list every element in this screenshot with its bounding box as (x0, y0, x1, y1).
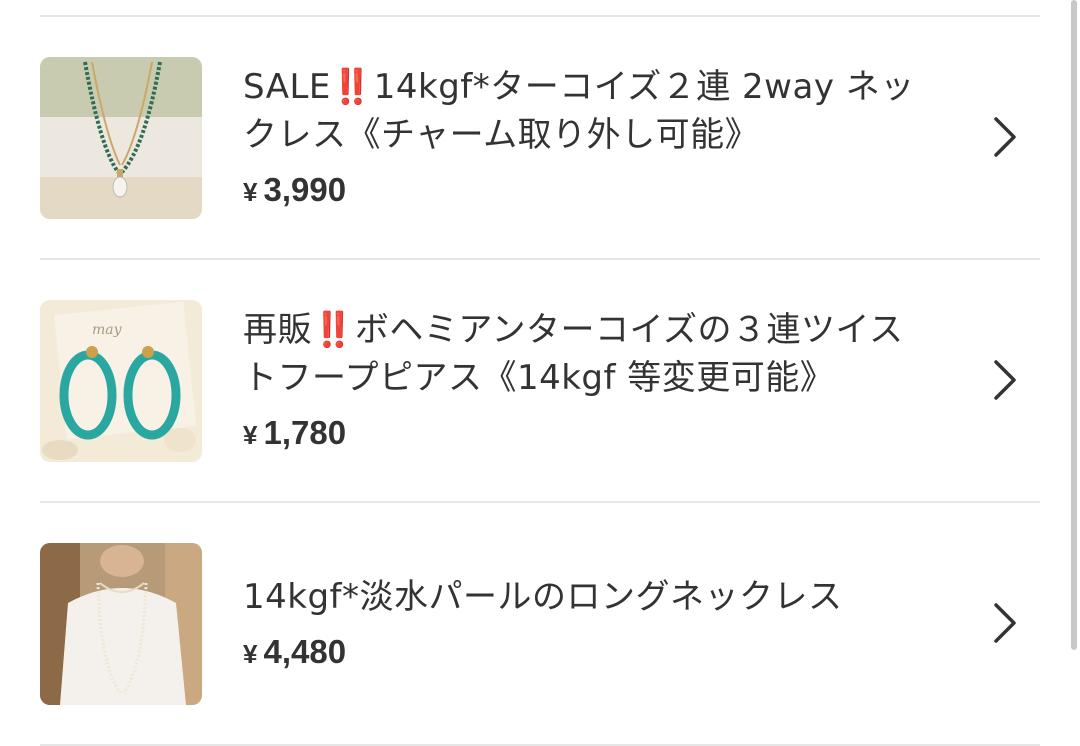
title-text: 14kgf*ターコイズ２連 2way ネッ (373, 67, 915, 107)
list-item[interactable]: 14kgf*淡水パールのロングネックレス ¥4,480 (0, 503, 1060, 745)
price-value: 1,780 (263, 414, 347, 451)
chevron-right-icon[interactable] (990, 358, 1020, 402)
chevron-right-icon[interactable] (990, 601, 1020, 645)
product-title: 再販‼️ボヘミアンターコイズの３連ツイス トフープピアス《14kgf 等変更可能… (243, 306, 943, 402)
yen-symbol: ¥ (243, 420, 258, 450)
title-text-line2: トフープピアス《14kgf 等変更可能》 (243, 358, 835, 398)
product-list: SALE‼️14kgf*ターコイズ２連 2way ネッ クレス《チャーム取り外し… (0, 0, 1080, 746)
turquoise-necklace-photo-icon (40, 57, 202, 219)
product-title: 14kgf*淡水パールのロングネックレス (243, 573, 943, 621)
title-text-line2: クレス《チャーム取り外し可能》 (243, 115, 760, 155)
title-text: 14kgf*淡水パールのロングネックレス (243, 577, 843, 617)
card-text: may (92, 322, 123, 338)
product-thumbnail (40, 543, 202, 705)
yen-symbol: ¥ (243, 177, 258, 207)
price-value: 4,480 (263, 633, 347, 670)
list-item[interactable]: SALE‼️14kgf*ターコイズ２連 2way ネッ クレス《チャーム取り外し… (0, 17, 1060, 259)
pearl-necklace-photo-icon (40, 543, 202, 705)
scrollbar[interactable] (1071, 0, 1077, 650)
product-title: SALE‼️14kgf*ターコイズ２連 2way ネッ クレス《チャーム取り外し… (243, 63, 943, 159)
list-item[interactable]: may 再販‼️ボヘミアンターコイズの３連ツイス トフープピアス《14kgf 等… (0, 260, 1060, 502)
title-prefix: SALE (243, 67, 331, 107)
product-thumbnail: may (40, 300, 202, 462)
price-value: 3,990 (263, 171, 347, 208)
double-exclamation-icon: ‼️ (330, 67, 374, 107)
product-price: ¥4,480 (243, 633, 346, 671)
title-prefix: 再販 (243, 310, 312, 350)
title-text: ボヘミアンターコイズの３連ツイス (354, 310, 904, 350)
chevron-right-icon[interactable] (990, 115, 1020, 159)
turquoise-earrings-photo-icon: may (40, 300, 202, 462)
yen-symbol: ¥ (243, 639, 258, 669)
product-price: ¥3,990 (243, 171, 346, 209)
double-exclamation-icon: ‼️ (312, 310, 355, 350)
product-price: ¥1,780 (243, 414, 346, 452)
product-thumbnail (40, 57, 202, 219)
